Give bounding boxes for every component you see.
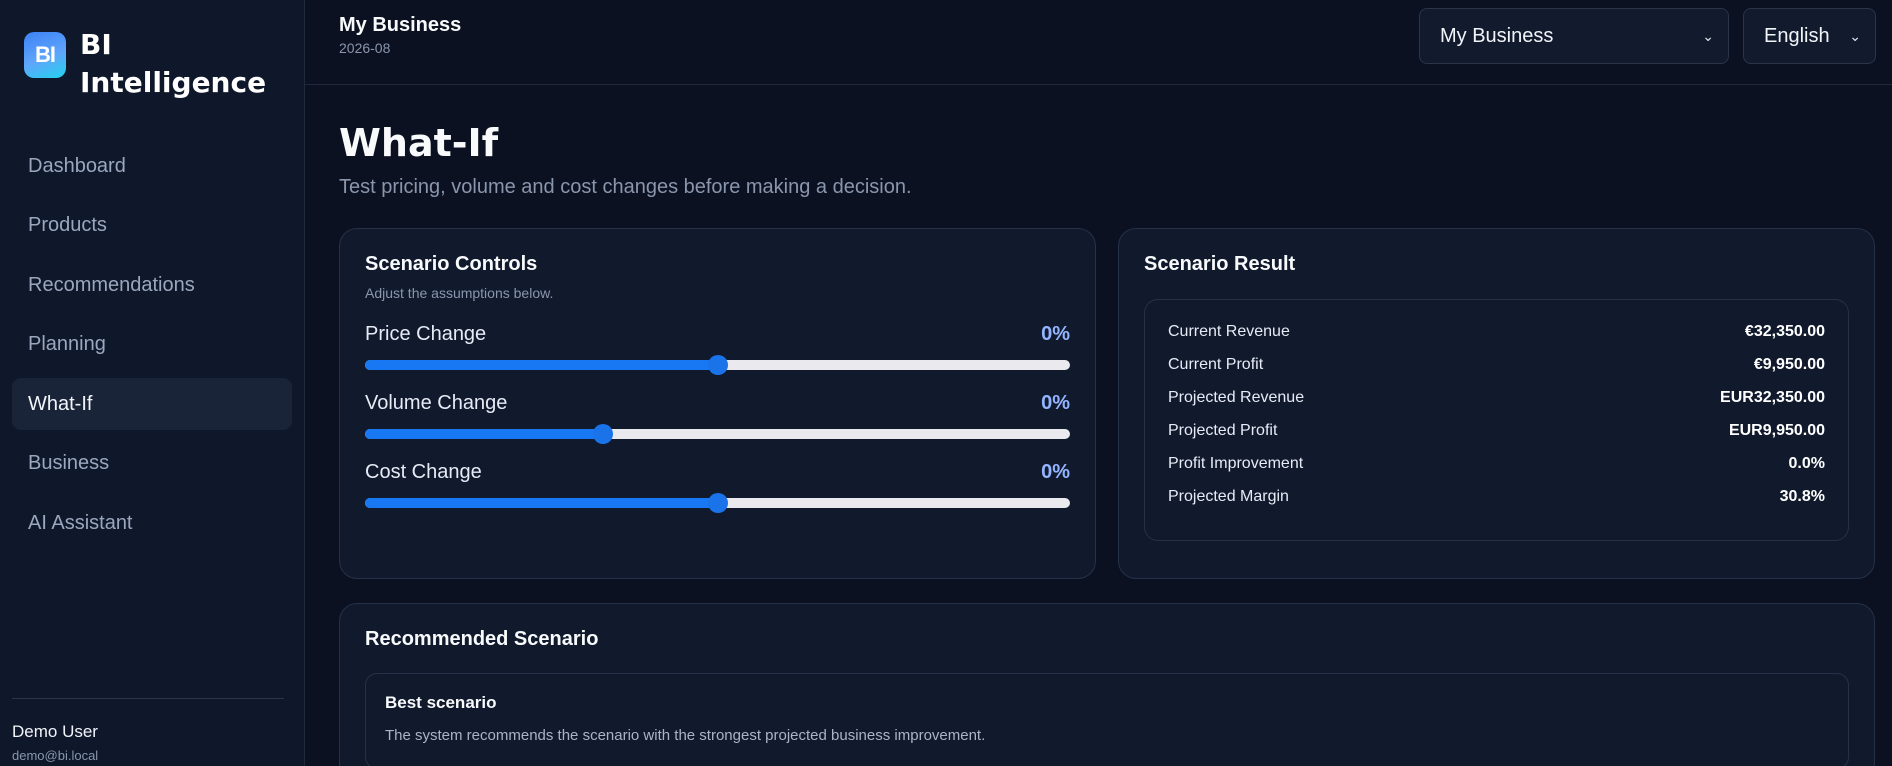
sidebar-item-business[interactable]: Business [12,438,292,490]
result-label: Current Revenue [1168,322,1290,340]
scenario-controls-card: Scenario Controls Adjust the assumptions… [339,228,1096,579]
cost-change-slider-thumb[interactable] [707,493,728,513]
result-value: 30.8% [1779,487,1825,505]
best-scenario-panel: Best scenario The system recommends the … [365,673,1849,766]
recommended-scenario-title: Recommended Scenario [365,628,599,650]
volume-change-slider[interactable] [365,424,1070,444]
sidebar-item-ai-assistant[interactable]: AI Assistant [12,497,292,549]
result-value: 0.0% [1788,454,1825,472]
result-row: Projected Profit EUR9,950.00 [1168,414,1825,447]
result-row: Projected Margin 30.8% [1168,480,1825,513]
main-area: My Business 2026-08 My Business ⌄ Englis… [305,0,1892,766]
page-content: What-If Test pricing, volume and cost ch… [305,121,1892,766]
price-change-label: Price Change [365,323,487,345]
header-title: My Business [339,14,462,36]
user-name: Demo User [12,722,98,741]
sidebar-item-dashboard[interactable]: Dashboard [12,140,292,192]
brand-logo-icon: BI [24,32,66,78]
scenario-result-title: Scenario Result [1144,253,1296,275]
business-select-value: My Business [1440,24,1554,47]
header-period: 2026-08 [339,40,391,56]
sidebar-item-recommendations[interactable]: Recommendations [12,259,292,311]
cost-change-control: Cost Change 0% [365,461,1070,513]
header-info: My Business 2026-08 [339,14,461,56]
sidebar: BI BI Intelligence Dashboard Products Re… [0,0,305,766]
scenario-controls-subtitle: Adjust the assumptions below. [365,285,554,301]
best-scenario-title: Best scenario [385,693,497,712]
sidebar-item-products[interactable]: Products [12,200,292,252]
cards-row: Scenario Controls Adjust the assumptions… [339,228,1876,579]
header-controls: My Business ⌄ English ⌄ [1419,8,1876,64]
cost-change-slider-fill [365,498,718,508]
result-row: Projected Revenue EUR32,350.00 [1168,381,1825,414]
business-select[interactable]: My Business ⌄ [1419,8,1729,64]
result-label: Projected Profit [1168,421,1278,439]
volume-change-value: 0% [1041,392,1070,414]
chevron-down-icon: ⌄ [1702,27,1714,44]
scenario-controls-title: Scenario Controls [365,253,538,275]
scenario-result-card: Scenario Result Current Revenue €32,350.… [1118,228,1875,579]
recommended-scenario-card: Recommended Scenario Best scenario The s… [339,603,1875,766]
chevron-down-icon: ⌄ [1849,27,1861,44]
result-label: Projected Revenue [1168,388,1305,406]
page-subtitle: Test pricing, volume and cost changes be… [339,176,912,198]
scenario-result-table: Current Revenue €32,350.00 Current Profi… [1144,299,1849,541]
sidebar-item-planning[interactable]: Planning [12,319,292,371]
result-value: €9,950.00 [1753,355,1825,373]
cost-change-label: Cost Change [365,461,482,483]
user-profile[interactable]: Demo User demo@bi.local [12,722,98,763]
price-change-slider-fill [365,360,718,370]
result-value: EUR32,350.00 [1720,388,1825,406]
price-change-control: Price Change 0% [365,323,1070,375]
result-label: Projected Margin [1168,487,1289,505]
price-change-slider-thumb[interactable] [707,355,728,375]
language-select[interactable]: English ⌄ [1743,8,1876,64]
result-row: Current Profit €9,950.00 [1168,348,1825,381]
result-label: Current Profit [1168,355,1264,373]
price-change-slider[interactable] [365,355,1070,375]
cost-change-value: 0% [1041,461,1070,483]
sidebar-divider [12,698,284,699]
page-title: What-If [339,121,499,165]
price-change-value: 0% [1041,323,1070,345]
volume-change-slider-thumb[interactable] [592,424,613,444]
cost-change-slider[interactable] [365,493,1070,513]
language-select-value: English [1764,24,1830,47]
result-value: €32,350.00 [1744,322,1825,340]
sidebar-item-what-if[interactable]: What-If [12,378,292,430]
user-email: demo@bi.local [12,748,99,763]
result-row: Profit Improvement 0.0% [1168,447,1825,480]
best-scenario-text: The system recommends the scenario with … [385,727,986,744]
result-label: Profit Improvement [1168,454,1304,472]
result-row: Current Revenue €32,350.00 [1168,315,1825,348]
volume-change-slider-fill [365,429,603,439]
volume-change-label: Volume Change [365,392,508,414]
volume-change-control: Volume Change 0% [365,392,1070,444]
brand-name: BI Intelligence [80,28,267,99]
sidebar-nav: Dashboard Products Recommendations Plann… [0,140,304,549]
topbar: My Business 2026-08 My Business ⌄ Englis… [305,0,1892,85]
result-value: EUR9,950.00 [1728,421,1825,439]
brand[interactable]: BI BI Intelligence [0,0,304,102]
